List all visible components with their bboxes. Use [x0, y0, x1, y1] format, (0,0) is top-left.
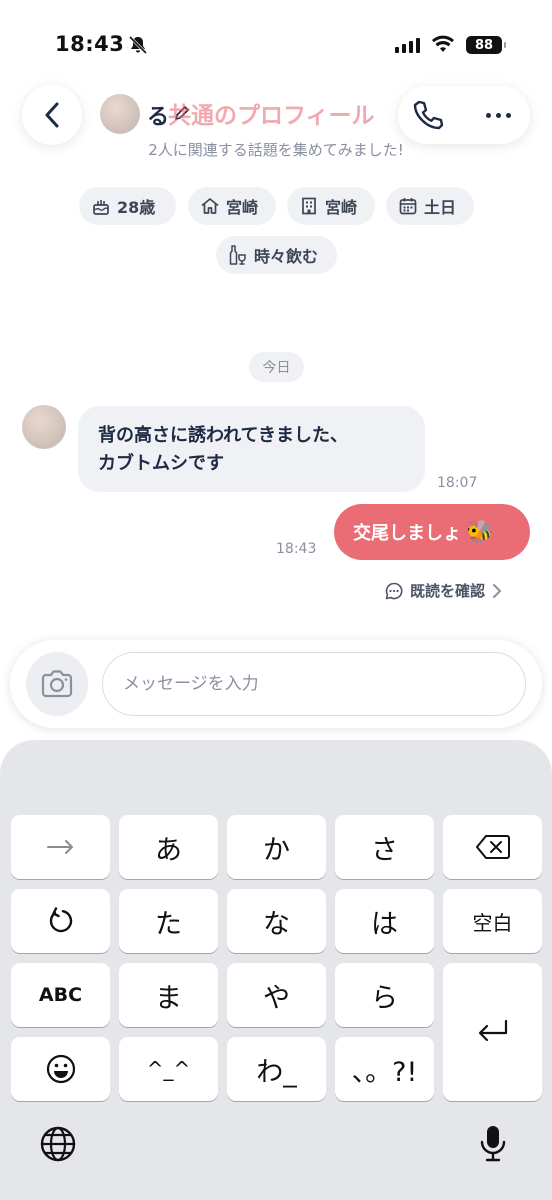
tag-label: 土日 [424, 198, 457, 217]
back-button[interactable] [22, 85, 82, 145]
status-time: 18:43 [55, 32, 125, 56]
key-space[interactable]: 空白 [443, 889, 542, 953]
camera-icon [41, 670, 73, 698]
more-options-button[interactable] [474, 95, 522, 135]
header-actions [398, 86, 530, 144]
key-ma[interactable]: ま [119, 963, 218, 1027]
tag-workplace: 宮崎 [287, 187, 375, 225]
dot-icon [505, 112, 511, 118]
key-ta[interactable]: た [119, 889, 218, 953]
chevron-left-icon [45, 102, 59, 128]
speech-bubble-icon [385, 582, 403, 599]
key-sa[interactable]: さ [335, 815, 434, 879]
tag-drinking: 時々飲む [216, 236, 337, 274]
arrow-right-icon [46, 840, 73, 854]
camera-button[interactable] [26, 652, 88, 716]
key-ka[interactable]: か [227, 815, 326, 879]
incoming-message-bubble[interactable]: 背の高さに誘われてきました、 カブトムシです [78, 406, 425, 492]
globe-button[interactable] [38, 1124, 78, 1164]
read-receipt-link[interactable]: 既読を確認 [384, 580, 503, 601]
tag-label: 宮崎 [325, 198, 358, 217]
message-text: 交尾しましょ [353, 523, 461, 544]
message-text-line: 背の高さに誘われてきました、 [98, 425, 349, 446]
key-wa[interactable]: わ_ [227, 1037, 326, 1101]
key-a[interactable]: あ [119, 815, 218, 879]
key-abc[interactable]: ABC [11, 963, 110, 1027]
outgoing-message-bubble[interactable]: 交尾しましょ 🐝 [334, 504, 530, 560]
phone-icon [413, 100, 444, 130]
undo-icon [49, 907, 72, 933]
drinks-icon [229, 245, 246, 265]
microphone-icon [480, 1126, 506, 1162]
birthday-cake-icon [93, 200, 109, 215]
calendar-icon [399, 198, 417, 215]
dot-icon [495, 112, 501, 118]
match-name[interactable]: る [147, 99, 169, 131]
key-emoji[interactable] [11, 1037, 110, 1101]
key-return[interactable] [443, 963, 542, 1101]
return-icon [478, 1019, 507, 1042]
key-undo[interactable] [11, 889, 110, 953]
common-profile-title: 共通のプロフィール [168, 103, 375, 129]
message-input[interactable] [102, 652, 526, 716]
wifi-icon [432, 35, 454, 52]
date-separator: 今日 [249, 352, 304, 382]
key-delete[interactable] [443, 815, 542, 879]
globe-icon [40, 1126, 76, 1162]
tag-label: 宮崎 [226, 198, 259, 217]
key-next-candidate[interactable] [11, 815, 110, 879]
building-icon [302, 197, 316, 215]
key-ya[interactable]: や [227, 963, 326, 1027]
key-na[interactable]: な [227, 889, 326, 953]
read-receipt-label: 既読を確認 [410, 582, 486, 600]
avatar[interactable] [100, 94, 140, 134]
message-timestamp: 18:43 [276, 541, 317, 557]
battery-indicator: 88 [466, 36, 506, 54]
chevron-right-icon [493, 583, 502, 598]
tag-label: 28歳 [117, 198, 156, 217]
backspace-icon [475, 835, 510, 859]
home-icon [201, 198, 219, 214]
dictation-button[interactable] [473, 1124, 513, 1164]
tag-age: 28歳 [79, 187, 176, 225]
dot-icon [485, 112, 491, 118]
tag-holiday: 土日 [386, 187, 474, 225]
bell-muted-icon [128, 35, 148, 55]
bee-emoji: 🐝 [466, 519, 494, 545]
call-button[interactable] [406, 95, 450, 135]
key-punctuation[interactable]: 、。?! [335, 1037, 434, 1101]
smiley-icon [46, 1054, 75, 1084]
tag-label: 時々飲む [254, 247, 319, 266]
keyboard: あ か さ た な は 空白 ABC ま や ら ^_^ わ_ 、。?! [0, 740, 552, 1200]
message-timestamp: 18:07 [437, 475, 478, 491]
message-text-line: カブトムシです [98, 453, 224, 474]
cellular-signal-icon [395, 37, 420, 53]
key-ra[interactable]: ら [335, 963, 434, 1027]
sender-avatar[interactable] [22, 405, 66, 449]
message-composer [10, 640, 542, 728]
tag-residence: 宮崎 [188, 187, 276, 225]
key-kaomoji[interactable]: ^_^ [119, 1037, 218, 1101]
key-ha[interactable]: は [335, 889, 434, 953]
